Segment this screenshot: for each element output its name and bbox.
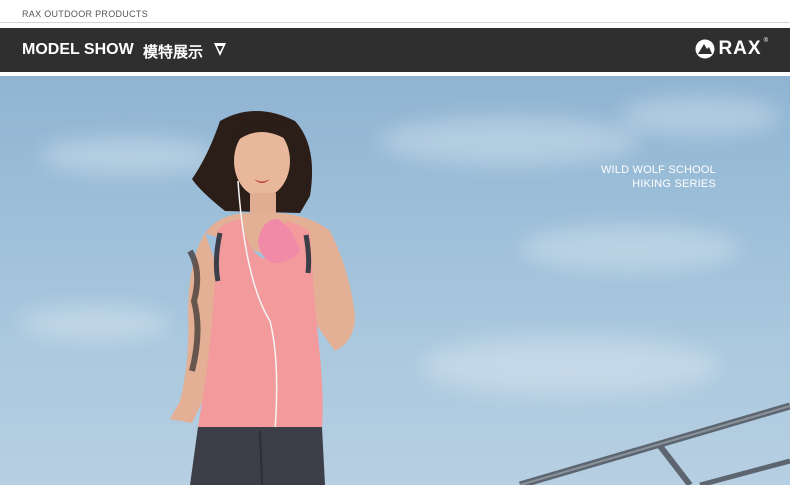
top-label: RAX OUTDOOR PRODUCTS — [22, 9, 149, 19]
series-caption-line1: WILD WOLF SCHOOL — [600, 164, 716, 176]
runner-figure — [170, 111, 355, 485]
section-banner: MODEL SHOW 模特展示 RAX ® — [0, 28, 790, 72]
railing-graphic — [519, 402, 790, 485]
chevron-shield-icon — [214, 43, 226, 56]
series-caption: WILD WOLF SCHOOL HIKING SERIES — [601, 163, 716, 191]
rax-logo: RAX ® — [695, 38, 768, 60]
banner-title-cn: 模特展示 — [143, 43, 204, 61]
registered-mark: ® — [763, 38, 768, 44]
banner-title: MODEL SHOW — [22, 41, 134, 58]
hero-image: WILD WOLF SCHOOL HIKING SERIES — [0, 76, 790, 485]
logo-text: RAX — [718, 38, 762, 59]
top-divider — [0, 22, 790, 23]
series-caption-line2: HIKING SERIES — [632, 178, 716, 190]
rax-mountain-logo-icon — [695, 39, 715, 59]
